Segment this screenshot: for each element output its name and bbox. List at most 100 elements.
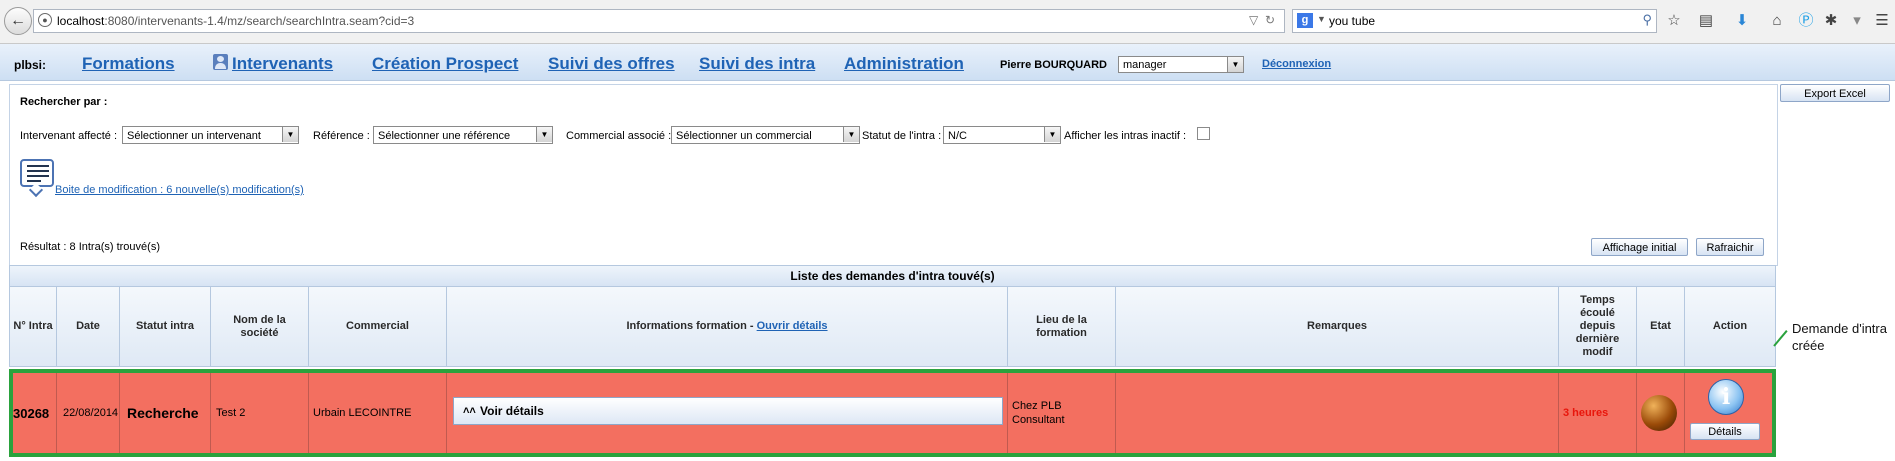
clipboard-icon[interactable]: ▤ <box>1697 12 1715 30</box>
refresh-button[interactable]: Rafraichir <box>1696 238 1764 256</box>
cell-lieu: Chez PLB Consultant <box>1008 373 1116 453</box>
cell-etat <box>1637 373 1685 453</box>
globe-icon: ● <box>38 13 52 27</box>
person-icon <box>213 54 228 70</box>
cell-action: i Détails <box>1685 373 1772 453</box>
chevron-down-icon[interactable]: ▼ <box>282 127 298 142</box>
search-icon[interactable]: ⚲ <box>1642 12 1652 28</box>
table-row: 30268 22/08/2014 Recherche Test 2 Urbain… <box>9 369 1776 457</box>
cell-num: 30268 <box>13 373 57 453</box>
modification-link[interactable]: Boite de modification : 6 nouvelle(s) mo… <box>55 184 304 196</box>
url-path: :8080/intervenants-1.4/mz/search/searchI… <box>104 14 415 28</box>
address-bar[interactable]: ● localhost:8080/intervenants-1.4/mz/sea… <box>33 9 1285 33</box>
commercial-value: Sélectionner un commercial <box>676 130 812 142</box>
annotation-text: Demande d'intra créée <box>1792 321 1887 353</box>
commercial-label: Commercial associé : <box>566 130 672 142</box>
info-icon[interactable]: i <box>1708 379 1744 415</box>
chevron-down-icon[interactable]: ▾ <box>1848 12 1866 30</box>
url-text: localhost:8080/intervenants-1.4/mz/searc… <box>57 14 414 28</box>
intervenant-select[interactable]: Sélectionner un intervenant ▼ <box>122 126 299 144</box>
header-action: Action <box>1685 287 1776 367</box>
header-infos-label: Informations formation - <box>626 320 754 332</box>
header-infos: Informations formation - Ouvrir détails <box>447 287 1008 367</box>
header-remarques: Remarques <box>1116 287 1559 367</box>
back-arrow-icon[interactable]: ← <box>4 7 32 35</box>
header-statut: Statut intra <box>120 287 211 367</box>
google-icon[interactable]: g <box>1297 13 1313 28</box>
chevron-down-icon[interactable]: ▼ <box>536 127 552 142</box>
reference-select[interactable]: Sélectionner une référence ▼ <box>373 126 553 144</box>
cell-infos: ˄˄ Voir détails <box>447 373 1008 453</box>
result-count: Résultat : 8 Intra(s) trouvé(s) <box>20 241 160 253</box>
cell-remarques <box>1116 373 1559 453</box>
cell-temps: 3 heures <box>1559 373 1637 453</box>
url-host: localhost <box>57 14 105 28</box>
header-commercial: Commercial <box>309 287 447 367</box>
dropdown-arrow-icon[interactable]: ▽ <box>1249 13 1258 27</box>
browser-toolbar: ← ● localhost:8080/intervenants-1.4/mz/s… <box>0 0 1895 44</box>
nav-administration[interactable]: Administration <box>844 54 964 74</box>
search-title: Rechercher par : <box>20 96 108 108</box>
open-details-link[interactable]: Ouvrir détails <box>757 320 828 333</box>
search-query: you tube <box>1329 14 1376 28</box>
cell-societe: Test 2 <box>211 373 309 453</box>
home-icon[interactable]: ⌂ <box>1768 12 1786 30</box>
statut-label: Statut de l'intra : <box>862 130 942 142</box>
details-button[interactable]: Détails <box>1690 423 1760 440</box>
app-navigation: plbsi: Formations Intervenants Création … <box>0 44 1895 81</box>
results-table: Liste des demandes d'intra touvé(s) N° I… <box>9 265 1776 461</box>
status-ball-icon <box>1641 395 1677 431</box>
initial-display-button[interactable]: Affichage initial <box>1591 238 1688 256</box>
message-line <box>27 180 41 182</box>
header-temps: Temps écoulé depuis dernière modif <box>1559 287 1637 367</box>
engine-dropdown-icon[interactable]: ▼ <box>1317 14 1326 24</box>
download-icon[interactable]: ⬇ <box>1733 12 1751 30</box>
reference-value: Sélectionner une référence <box>378 130 511 142</box>
message-line <box>27 165 49 167</box>
chevron-down-icon[interactable]: ▼ <box>1227 57 1243 72</box>
nav-creation-prospect[interactable]: Création Prospect <box>372 54 518 74</box>
inactive-label: Afficher les intras inactif : <box>1064 130 1187 142</box>
export-excel-button[interactable]: Export Excel <box>1780 84 1890 102</box>
cell-date: 22/08/2014 <box>57 373 120 453</box>
intervenant-label: Intervenant affecté : <box>20 130 118 142</box>
star-icon[interactable]: ☆ <box>1665 12 1683 30</box>
view-details-button[interactable]: ˄˄ Voir détails <box>453 397 1003 425</box>
logout-link[interactable]: Déconnexion <box>1262 58 1331 70</box>
reference-label: Référence : <box>313 130 370 142</box>
view-details-label: Voir détails <box>480 404 544 418</box>
menu-icon[interactable]: ☰ <box>1873 12 1891 30</box>
role-value: manager <box>1123 59 1167 71</box>
header-num: N° Intra <box>9 287 57 367</box>
reload-icon[interactable]: ↻ <box>1265 13 1275 27</box>
search-panel: Rechercher par : Intervenant affecté : S… <box>9 84 1778 266</box>
cell-commercial: Urbain LECOINTRE <box>309 373 447 453</box>
header-date: Date <box>57 287 120 367</box>
message-tail <box>28 182 44 198</box>
statut-select[interactable]: N/C ▼ <box>943 126 1061 144</box>
nav-suivi-offres[interactable]: Suivi des offres <box>548 54 675 74</box>
table-caption: Liste des demandes d'intra touvé(s) <box>9 265 1776 287</box>
skype-icon[interactable]: Ⓟ <box>1797 12 1815 30</box>
chevron-down-icon[interactable]: ▼ <box>1044 127 1060 142</box>
nav-suivi-intra[interactable]: Suivi des intra <box>699 54 815 74</box>
message-icon[interactable] <box>20 159 54 198</box>
extension-icon[interactable]: ✱ <box>1822 12 1840 30</box>
browser-search-box[interactable]: g ▼ you tube ⚲ <box>1292 9 1657 33</box>
message-line <box>27 170 49 172</box>
chevron-up-icon: ˄˄ <box>463 405 476 417</box>
message-line <box>27 175 49 177</box>
statut-value: N/C <box>948 130 967 142</box>
intervenant-value: Sélectionner un intervenant <box>127 130 261 142</box>
user-name: Pierre BOURQUARD <box>1000 59 1107 71</box>
cell-statut: Recherche <box>120 373 211 453</box>
header-lieu: Lieu de la formation <box>1008 287 1116 367</box>
header-etat: Etat <box>1637 287 1685 367</box>
commercial-select[interactable]: Sélectionner un commercial ▼ <box>671 126 860 144</box>
nav-intervenants[interactable]: Intervenants <box>232 54 333 74</box>
app-name: plbsi: <box>14 58 46 72</box>
nav-formations[interactable]: Formations <box>82 54 175 74</box>
chevron-down-icon[interactable]: ▼ <box>843 127 859 142</box>
show-inactive-checkbox[interactable] <box>1197 127 1210 140</box>
role-select[interactable]: manager ▼ <box>1118 56 1244 73</box>
